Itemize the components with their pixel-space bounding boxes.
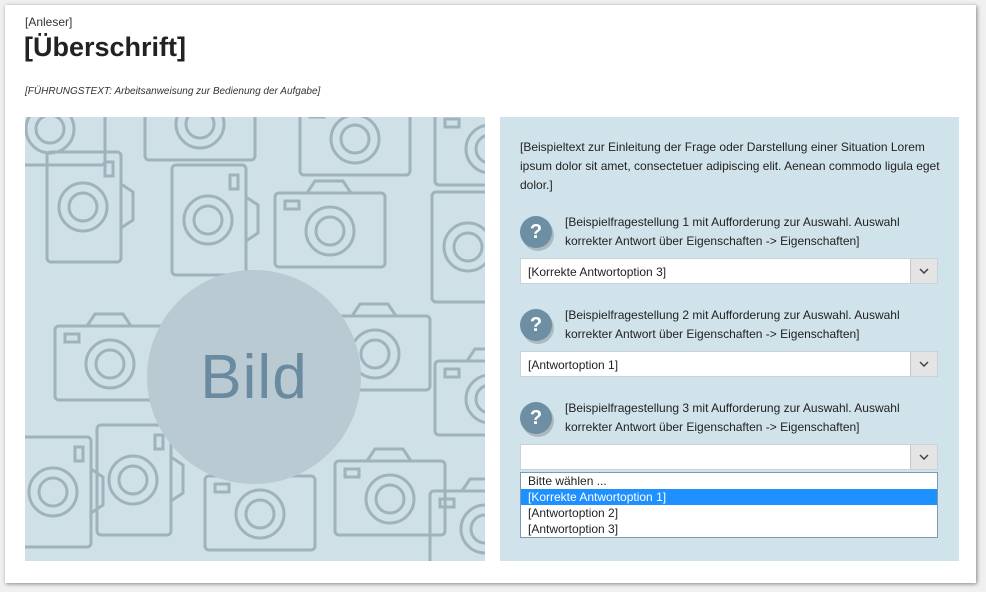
dropdown-option[interactable]: [Antwortoption 3] (521, 521, 937, 537)
camera-icon (428, 477, 485, 561)
camera-icon (143, 117, 257, 162)
question-mark-glyph: ? (529, 220, 543, 243)
camera-icon (45, 150, 135, 264)
quiz-panel: [Beispieltext zur Einleitung der Frage o… (500, 117, 959, 561)
answer-select[interactable] (520, 444, 938, 470)
answer-select[interactable]: [Korrekte Antwortoption 3] (520, 258, 938, 284)
question-text: [Beispielfragestellung 3 mit Aufforderun… (565, 401, 900, 434)
question-text: [Beispielfragestellung 2 mit Aufforderun… (565, 308, 900, 341)
camera-icon (170, 163, 260, 277)
question-mark-icon: ? (520, 402, 552, 434)
camera-icon (25, 435, 105, 549)
kicker-text: [Anleser] (25, 15, 73, 29)
camera-icon (433, 347, 485, 437)
select-value: [Antwortoption 1] (528, 358, 619, 372)
answer-select[interactable]: [Antwortoption 1] (520, 351, 938, 377)
camera-icon (25, 117, 107, 167)
camera-icon (430, 190, 485, 304)
page-title: [Überschrift] (24, 32, 187, 62)
chevron-down-icon[interactable] (910, 259, 937, 283)
placeholder-circle: Bild (147, 270, 361, 484)
question-text: [Beispielfragestellung 1 mit Aufforderun… (565, 215, 900, 248)
camera-icon (298, 117, 412, 177)
intro-text: [Beispieltext zur Einleitung der Frage o… (520, 140, 940, 192)
instruction-text: [FÜHRUNGSTEXT: Arbeitsanweisung zur Bedi… (25, 86, 321, 97)
page: [Anleser] [Überschrift] [FÜHRUNGSTEXT: A… (5, 5, 976, 583)
camera-icon (433, 117, 485, 187)
camera-icon (273, 179, 387, 269)
question-mark-icon: ? (520, 216, 552, 248)
image-placeholder: Bild (25, 117, 485, 561)
dropdown-list: Bitte wählen ... [Korrekte Antwortoption… (520, 472, 938, 538)
question-mark-icon: ? (520, 309, 552, 341)
placeholder-label: Bild (200, 342, 308, 412)
chevron-down-icon[interactable] (910, 352, 937, 376)
select-value: [Korrekte Antwortoption 3] (528, 265, 667, 279)
dropdown-option[interactable]: Bitte wählen ... (521, 473, 937, 489)
question-mark-glyph: ? (529, 313, 543, 336)
dropdown-option[interactable]: [Antwortoption 2] (521, 505, 937, 521)
question-mark-glyph: ? (529, 406, 543, 429)
dropdown-option-highlighted[interactable]: [Korrekte Antwortoption 1] (521, 489, 937, 505)
chevron-down-icon[interactable] (910, 445, 937, 469)
